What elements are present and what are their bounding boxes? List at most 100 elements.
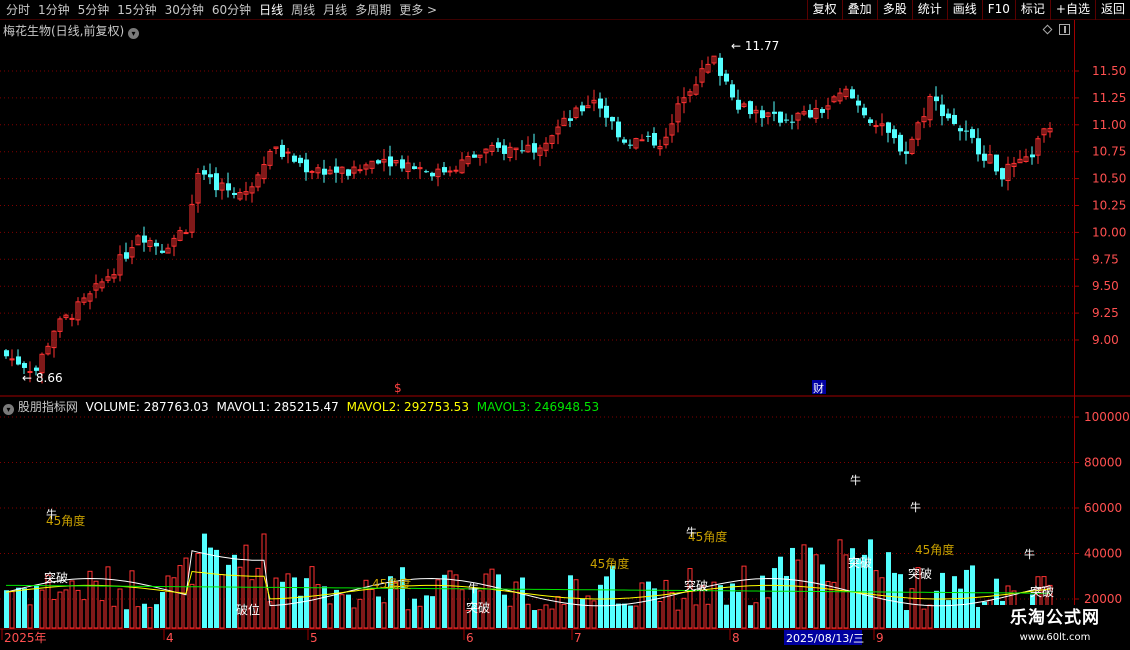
candle (400, 159, 405, 169)
candle (357, 169, 363, 172)
candle (69, 317, 75, 320)
volume-bar (376, 596, 381, 628)
candle (772, 111, 777, 114)
date-label: 7 (574, 631, 582, 645)
volume-bar (561, 603, 567, 629)
volume-bar (681, 597, 687, 629)
volume-bar (820, 564, 825, 628)
volume-bar (784, 575, 789, 628)
volume-bar (760, 575, 765, 628)
candle (730, 84, 735, 98)
date-label: 6 (466, 631, 474, 645)
volume-bar (657, 601, 663, 629)
candle (748, 101, 753, 115)
breakout-annotation: 突破 (908, 566, 932, 581)
candle (520, 150, 525, 152)
candle (622, 139, 627, 143)
volume-bar (417, 605, 423, 629)
candle (388, 156, 393, 167)
candle (226, 183, 231, 191)
volume-bar (568, 575, 573, 628)
candle (652, 133, 657, 146)
volume-bar (585, 595, 591, 629)
candle (850, 89, 855, 99)
volume-bar (93, 580, 99, 629)
dividend-marker: $ (394, 381, 402, 395)
volume-bar (525, 603, 531, 629)
volume-bar (255, 567, 261, 629)
candle (904, 151, 909, 154)
volume-bar (591, 600, 597, 629)
candle (778, 111, 783, 123)
volume-tick-label: 100000 (1084, 410, 1130, 424)
candle (604, 105, 609, 118)
volume-bar (405, 609, 411, 629)
candle (424, 171, 429, 173)
indicator-name: 股朋指标网 (17, 400, 78, 414)
candle (580, 105, 585, 112)
volume-bar (351, 607, 357, 629)
volume-tick-label: 20000 (1084, 592, 1122, 606)
volume-bar (453, 574, 459, 629)
date-label: 5 (310, 631, 318, 645)
candle (964, 130, 969, 132)
candle (280, 144, 285, 157)
candle (202, 170, 207, 175)
volume-bar (868, 539, 873, 628)
candle (304, 159, 309, 173)
volume-bar (549, 608, 555, 629)
volume-bar (705, 603, 711, 629)
candle (322, 168, 327, 175)
candle (568, 118, 573, 121)
volume-bar (369, 589, 375, 629)
cursor-date-label: 2025/08/13/三 (786, 632, 864, 645)
volume-bar (147, 606, 153, 629)
candle (532, 143, 537, 153)
candle (472, 154, 477, 158)
volume-bar (633, 605, 639, 629)
volume-bar (9, 591, 15, 629)
volume-bar (99, 600, 105, 629)
volume-bar (435, 579, 441, 629)
angle-annotation: 45角度 (915, 542, 954, 557)
candle (856, 100, 861, 106)
candle (232, 192, 237, 195)
bull-annotation: 牛 (686, 525, 697, 539)
candle (453, 169, 459, 172)
angle-annotation: 45角度 (372, 576, 411, 591)
kline-chart[interactable]: 11.50 11.25 11.00 10.75 10.50 10.25 10.00 9.75 9… (0, 0, 1130, 650)
volume-bar (346, 594, 351, 628)
volume-bar (285, 573, 291, 629)
candle (412, 166, 417, 169)
candle (616, 121, 621, 138)
volume-bar (111, 605, 117, 629)
price-tick-label: 9.00 (1092, 333, 1119, 347)
volume-bar (189, 583, 195, 629)
price-tick-label: 9.25 (1092, 306, 1119, 320)
volume-bar (22, 588, 27, 628)
breakout-annotation: 突破 (1030, 584, 1054, 599)
volume-bar (442, 574, 447, 628)
volume-bar (520, 577, 525, 628)
price-tick-label: 9.50 (1092, 279, 1119, 293)
chevron-down-icon[interactable]: ▾ (128, 28, 140, 39)
breakout-annotation: 突破 (44, 570, 68, 585)
volume-bar (195, 552, 201, 629)
volume-bar (16, 587, 21, 628)
volume-bar (502, 594, 507, 628)
candle (892, 129, 897, 139)
volume-bar (927, 604, 933, 629)
volume-bar (718, 585, 723, 628)
breakout-annotation: 突破 (684, 578, 708, 593)
volume-bar (232, 554, 237, 628)
candle (4, 350, 9, 357)
finance-marker: 财 (813, 381, 824, 395)
volume-bar (273, 577, 279, 629)
volume-bar (669, 591, 675, 629)
window-toggle-icon[interactable] (1059, 24, 1070, 35)
candle (430, 172, 435, 177)
price-tick-label: 11.00 (1092, 118, 1126, 132)
candle (1000, 168, 1005, 180)
chevron-down-icon[interactable]: ▾ (3, 404, 14, 415)
volume-bar (790, 547, 795, 628)
